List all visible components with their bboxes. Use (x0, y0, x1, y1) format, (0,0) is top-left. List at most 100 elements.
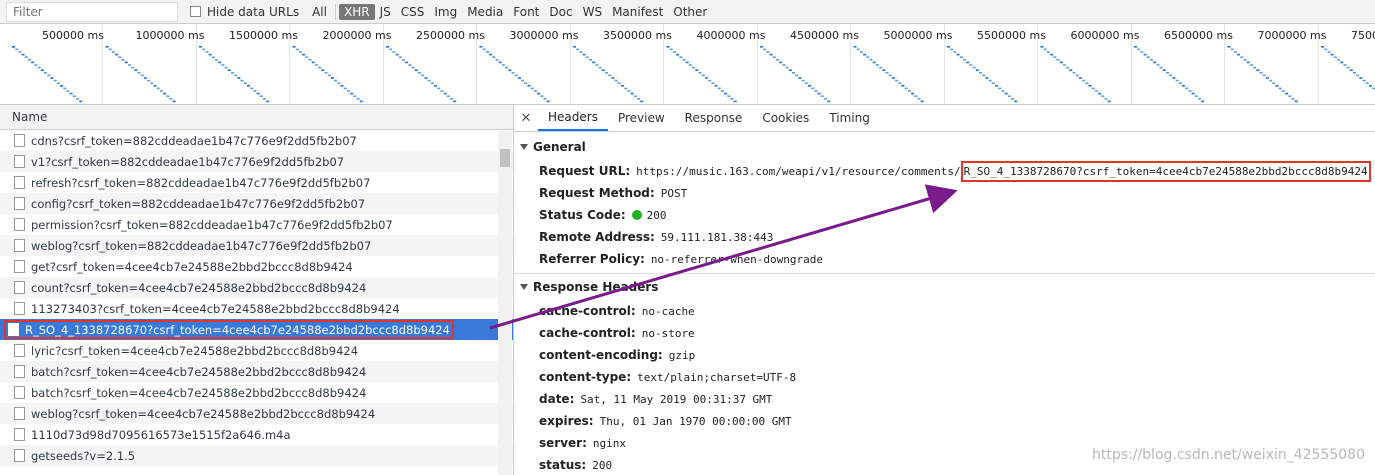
waterfall-segment (1069, 69, 1073, 71)
request-row[interactable]: weblog?csrf_token=4cee4cb7e24588e2bbd2bc… (0, 403, 513, 424)
waterfall-segment (730, 98, 734, 100)
waterfall-segment (137, 72, 141, 74)
waterfall-segment (131, 66, 135, 69)
waterfall-segment (218, 61, 222, 64)
request-row[interactable]: getseeds?v=2.1.5 (0, 445, 513, 466)
file-icon (14, 302, 25, 315)
waterfall-segment (105, 46, 109, 48)
waterfall-segment (21, 53, 25, 56)
request-row[interactable]: get?csrf_token=4cee4cb7e24588e2bbd2bccc8… (0, 256, 513, 277)
remote-address-row: Remote Address: 59.111.181.38:443 (514, 226, 1375, 248)
waterfall-segment (1150, 59, 1153, 61)
waterfall-segment (1201, 100, 1205, 103)
request-row[interactable]: R_SO_4_1338728670?csrf_token=4cee4cb7e24… (0, 319, 513, 340)
file-icon (14, 239, 25, 252)
waterfall-segment (959, 56, 963, 58)
checkbox-icon[interactable] (190, 6, 201, 17)
request-row[interactable]: count?csrf_token=4cee4cb7e24588e2bbd2bcc… (0, 277, 513, 298)
file-icon (14, 407, 25, 420)
waterfall-segment (1346, 66, 1350, 69)
request-row[interactable]: lyric?csrf_token=4cee4cb7e24588e2bbd2bcc… (0, 340, 513, 361)
response-header-name: cache-control: (539, 326, 636, 340)
waterfall-segment (498, 61, 502, 64)
hide-data-urls-checkbox[interactable]: Hide data URLs (190, 5, 299, 19)
scrollbar-thumb[interactable] (500, 149, 510, 167)
selected-request-highlight: R_SO_4_1338728670?csrf_token=4cee4cb7e24… (4, 320, 454, 339)
waterfall-segment (15, 48, 19, 51)
filter-input[interactable] (6, 1, 178, 22)
waterfall-segment (517, 77, 521, 79)
waterfall-segment (302, 53, 306, 56)
waterfall-segment (1075, 74, 1079, 77)
waterfall-segment (53, 79, 57, 82)
type-filter-font[interactable]: Font (508, 4, 544, 20)
request-list-scrollbar[interactable] (498, 131, 512, 475)
request-row[interactable]: v1?csrf_token=882cddeadae1b47c776e9f2dd5… (0, 151, 513, 172)
request-row[interactable]: cdns?csrf_token=882cddeadae1b47c776e9f2d… (0, 130, 513, 151)
request-row[interactable]: batch?csrf_token=4cee4cb7e24588e2bbd2bcc… (0, 382, 513, 403)
waterfall-segment (79, 100, 83, 103)
waterfall-segment (698, 72, 702, 74)
waterfall-segment (227, 69, 231, 71)
waterfall-segment (418, 72, 421, 74)
type-filter-doc[interactable]: Doc (544, 4, 577, 20)
type-filter-all[interactable]: All (307, 4, 332, 20)
timeline-tick-label: 4500000 ms (790, 29, 859, 42)
request-url-value[interactable]: https://music.163.com/weapi/v1/resource/… (636, 160, 1371, 182)
hide-data-urls-label: Hide data URLs (207, 4, 300, 19)
request-row[interactable]: weblog?csrf_token=882cddeadae1b47c776e9f… (0, 235, 513, 256)
type-filter-ws[interactable]: WS (578, 4, 607, 20)
waterfall-segment (1349, 69, 1353, 71)
request-list-panel: Name cdns?csrf_token=882cddeadae1b47c776… (0, 105, 514, 475)
file-icon (14, 197, 25, 210)
waterfall-segment (1088, 85, 1092, 87)
request-row[interactable]: 1110d73d98d7095616573e1515f2a646.m4a (0, 424, 513, 445)
waterfall-segment (733, 100, 737, 103)
waterfall-segment (585, 56, 589, 58)
request-row[interactable]: permission?csrf_token=882cddeadae1b47c77… (0, 214, 513, 235)
type-filter-js[interactable]: JS (375, 4, 396, 20)
timeline-tick-label: 500000 ms (42, 29, 104, 42)
waterfall-segment (688, 64, 692, 66)
waterfall-segment (1153, 61, 1157, 64)
request-name: weblog?csrf_token=882cddeadae1b47c776e9f… (31, 238, 372, 253)
tab-cookies[interactable]: Cookies (752, 105, 819, 131)
waterfall-segment (879, 66, 883, 69)
request-row[interactable]: 113273403?csrf_token=4cee4cb7e24588e2bbd… (0, 298, 513, 319)
waterfall-segment (118, 56, 122, 58)
tab-headers[interactable]: Headers (538, 105, 608, 131)
type-filter-css[interactable]: CSS (396, 4, 430, 20)
waterfall-segment (501, 64, 505, 66)
tab-response[interactable]: Response (675, 105, 753, 131)
request-row[interactable]: refresh?csrf_token=882cddeadae1b47c776e9… (0, 172, 513, 193)
tab-timing[interactable]: Timing (819, 105, 880, 131)
response-headers-section-toggle[interactable]: Response Headers (514, 274, 1375, 300)
waterfall-segment (1137, 48, 1141, 51)
waterfall-segment (12, 46, 15, 48)
tab-preview[interactable]: Preview (608, 105, 675, 131)
waterfall-segment (608, 74, 612, 77)
name-header-label: Name (12, 110, 48, 124)
network-overview-timeline[interactable]: 500000 ms 1000000 ms 1500000 ms 2000000 ms 2… (0, 24, 1375, 105)
type-filter-xhr[interactable]: XHR (338, 3, 375, 20)
general-section-toggle[interactable]: General (514, 134, 1375, 160)
waterfall-segment (1243, 59, 1247, 61)
type-filter-other[interactable]: Other (668, 4, 712, 20)
waterfall-segment (701, 74, 705, 77)
waterfall-segment (314, 64, 318, 66)
type-filter-img[interactable]: Img (429, 4, 462, 20)
response-header-value: text/plain;charset=UTF-8 (637, 370, 797, 384)
waterfall-segment (953, 51, 957, 53)
type-filter-manifest[interactable]: Manifest (607, 4, 668, 20)
waterfall-segment (827, 100, 831, 103)
waterfall-segment (766, 51, 770, 53)
request-row[interactable]: config?csrf_token=882cddeadae1b47c776e9f… (0, 193, 513, 214)
request-row[interactable]: batch?csrf_token=4cee4cb7e24588e2bbd2bcc… (0, 361, 513, 382)
type-filter-media[interactable]: Media (462, 4, 508, 20)
name-column-header[interactable]: Name (0, 105, 513, 130)
waterfall-segment (982, 74, 986, 77)
response-header-value: nginx (592, 436, 627, 450)
file-icon (14, 155, 25, 168)
close-icon[interactable]: ✕ (514, 105, 538, 131)
waterfall-segment (47, 74, 51, 77)
